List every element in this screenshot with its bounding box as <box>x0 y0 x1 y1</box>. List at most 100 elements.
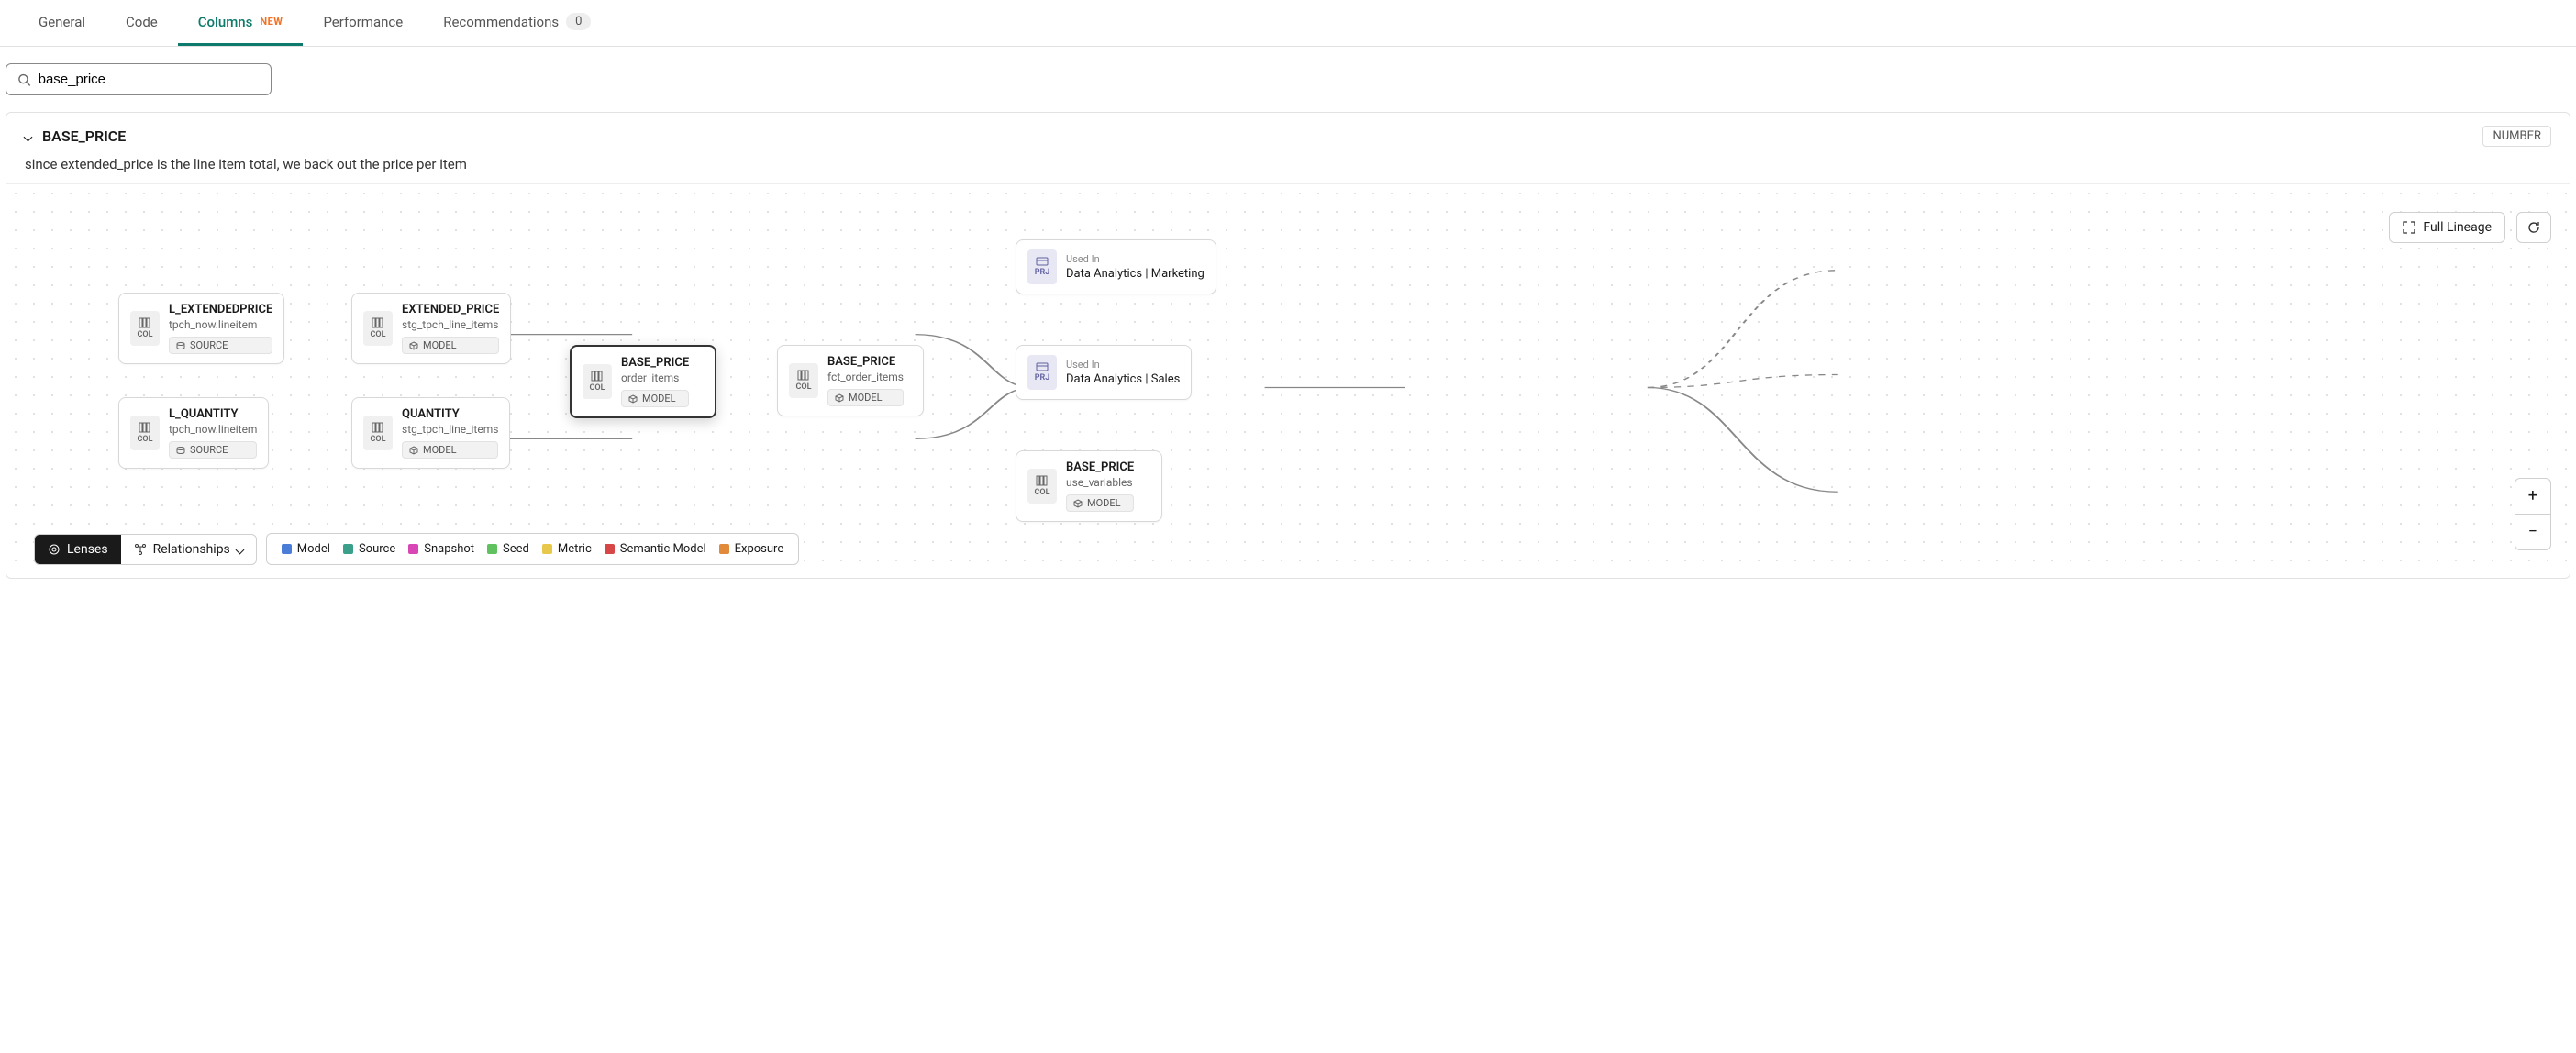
legend-label: Snapshot <box>424 542 474 556</box>
full-lineage-button[interactable]: Full Lineage <box>2389 212 2505 243</box>
node-name: EXTENDED_PRICE <box>402 303 499 316</box>
node-kind: SOURCE <box>169 441 257 459</box>
project-name: Data Analytics | Marketing <box>1066 267 1205 281</box>
column-description: since extended_price is the line item to… <box>6 152 2570 183</box>
tab-code[interactable]: Code <box>105 0 178 46</box>
chevron-down-icon <box>237 542 243 557</box>
column-icon: COL <box>363 311 393 346</box>
refresh-button[interactable] <box>2516 212 2551 243</box>
tab-columns-label: Columns <box>198 14 253 30</box>
legend-swatch <box>408 544 418 554</box>
zoom-out-button[interactable]: − <box>2515 514 2551 550</box>
legend-item: Source <box>343 542 395 556</box>
legend-label: Model <box>297 542 330 556</box>
legend-swatch <box>719 544 729 554</box>
node-l-extendedprice[interactable]: COL L_EXTENDEDPRICE tpch_now.lineitem SO… <box>118 293 284 364</box>
lenses-button[interactable]: Lenses <box>35 535 121 564</box>
column-icon: COL <box>583 364 612 399</box>
node-kind: MODEL <box>621 390 689 407</box>
canvas-footer-controls: Lenses Relationships Model Source Snapshot… <box>34 533 799 565</box>
node-name: L_EXTENDEDPRICE <box>169 303 272 316</box>
node-kind: SOURCE <box>169 337 272 354</box>
used-in-label: Used In <box>1066 359 1180 371</box>
node-extended-price[interactable]: COL EXTENDED_PRICE stg_tpch_line_items M… <box>351 293 511 364</box>
node-prj-marketing[interactable]: PRJ Used In Data Analytics | Marketing <box>1016 239 1216 294</box>
relationships-button[interactable]: Relationships <box>121 535 256 564</box>
node-name: BASE_PRICE <box>621 356 689 370</box>
tab-performance[interactable]: Performance <box>303 0 423 46</box>
node-kind: MODEL <box>1066 494 1134 512</box>
node-name: QUANTITY <box>402 407 498 421</box>
node-sub: use_variables <box>1066 476 1134 489</box>
column-icon: COL <box>363 416 393 450</box>
node-quantity[interactable]: COL QUANTITY stg_tpch_line_items MODEL <box>351 397 510 469</box>
tabs: General Code Columns NEW Performance Rec… <box>0 0 2576 47</box>
collapse-icon[interactable] <box>25 129 31 144</box>
legend-swatch <box>605 544 615 554</box>
new-badge: NEW <box>260 16 283 28</box>
search-icon <box>17 72 31 87</box>
zoom-controls: + − <box>2515 478 2551 550</box>
node-name: L_QUANTITY <box>169 407 257 421</box>
node-sub: order_items <box>621 371 689 384</box>
column-icon: COL <box>130 311 160 346</box>
tab-general[interactable]: General <box>18 0 105 46</box>
legend-item: Semantic Model <box>605 542 706 556</box>
tab-recommendations-label: Recommendations <box>443 14 559 30</box>
legend-label: Source <box>359 542 395 556</box>
column-type-badge: NUMBER <box>2482 126 2551 147</box>
lens-icon <box>48 543 61 556</box>
tab-columns[interactable]: Columns NEW <box>178 0 304 46</box>
node-sub: stg_tpch_line_items <box>402 318 499 331</box>
legend-item: Snapshot <box>408 542 474 556</box>
legend-item: Model <box>282 542 330 556</box>
legend-item: Seed <box>487 542 529 556</box>
project-name: Data Analytics | Sales <box>1066 372 1180 386</box>
recommendations-count: 0 <box>566 13 591 30</box>
legend-swatch <box>282 544 292 554</box>
node-kind: MODEL <box>402 337 499 354</box>
relationships-icon <box>134 543 147 556</box>
node-kind: MODEL <box>827 389 904 406</box>
project-icon: PRJ <box>1027 249 1057 284</box>
lineage-edges <box>6 184 2570 578</box>
tab-recommendations[interactable]: Recommendations 0 <box>423 0 611 46</box>
legend-label: Exposure <box>735 542 784 556</box>
legend-label: Metric <box>558 542 592 556</box>
lineage-canvas[interactable]: COL L_EXTENDEDPRICE tpch_now.lineitem SO… <box>6 183 2570 578</box>
node-prj-sales[interactable]: PRJ Used In Data Analytics | Sales <box>1016 345 1192 400</box>
legend-label: Seed <box>503 542 529 556</box>
legend: Model Source Snapshot Seed Metric Semantic Mo… <box>266 533 799 565</box>
search-input[interactable] <box>39 72 260 87</box>
legend-item: Exposure <box>719 542 784 556</box>
zoom-in-button[interactable]: + <box>2515 478 2551 514</box>
node-base-price-order-items[interactable]: COL BASE_PRICE order_items MODEL <box>570 345 716 418</box>
node-base-price-use-variables[interactable]: COL BASE_PRICE use_variables MODEL <box>1016 450 1162 522</box>
lenses-controls: Lenses Relationships <box>34 534 257 565</box>
refresh-icon <box>2526 220 2541 235</box>
column-icon: COL <box>1027 469 1057 504</box>
node-sub: tpch_now.lineitem <box>169 318 272 331</box>
node-base-price-fct-order-items[interactable]: COL BASE_PRICE fct_order_items MODEL <box>777 345 924 416</box>
project-icon: PRJ <box>1027 355 1057 390</box>
search-container <box>0 47 2576 101</box>
used-in-label: Used In <box>1066 253 1205 265</box>
node-sub: tpch_now.lineitem <box>169 423 257 436</box>
legend-swatch <box>542 544 552 554</box>
expand-icon <box>2403 221 2415 234</box>
node-l-quantity[interactable]: COL L_QUANTITY tpch_now.lineitem SOURCE <box>118 397 269 469</box>
column-icon: COL <box>789 363 818 398</box>
node-kind: MODEL <box>402 441 498 459</box>
node-sub: stg_tpch_line_items <box>402 423 498 436</box>
node-name: BASE_PRICE <box>827 355 904 369</box>
legend-swatch <box>343 544 353 554</box>
node-name: BASE_PRICE <box>1066 460 1134 474</box>
column-icon: COL <box>130 416 160 450</box>
legend-label: Semantic Model <box>620 542 706 556</box>
column-name: BASE_PRICE <box>42 127 2471 145</box>
search-box[interactable] <box>6 63 272 95</box>
column-panel: BASE_PRICE NUMBER since extended_price i… <box>6 112 2570 579</box>
legend-item: Metric <box>542 542 592 556</box>
node-sub: fct_order_items <box>827 371 904 383</box>
legend-swatch <box>487 544 497 554</box>
